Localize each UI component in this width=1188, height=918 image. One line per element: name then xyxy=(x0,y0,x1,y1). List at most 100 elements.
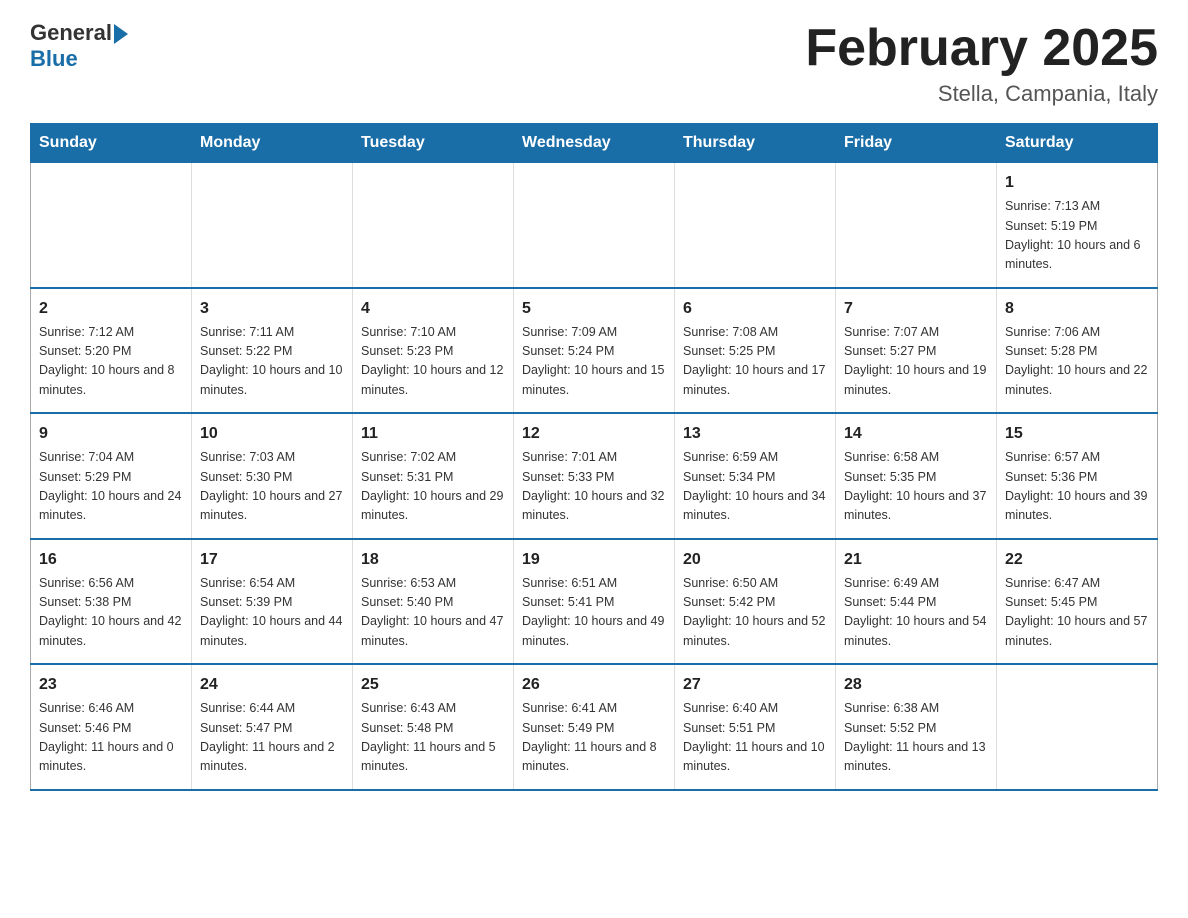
day-number: 15 xyxy=(1005,422,1149,446)
calendar-cell xyxy=(836,163,997,288)
day-number: 3 xyxy=(200,297,344,321)
calendar-cell: 14Sunrise: 6:58 AMSunset: 5:35 PMDayligh… xyxy=(836,413,997,539)
day-number: 6 xyxy=(683,297,827,321)
day-info: Sunrise: 7:02 AMSunset: 5:31 PMDaylight:… xyxy=(361,448,505,526)
day-number: 23 xyxy=(39,673,183,697)
calendar-cell: 3Sunrise: 7:11 AMSunset: 5:22 PMDaylight… xyxy=(192,288,353,414)
calendar-cell: 5Sunrise: 7:09 AMSunset: 5:24 PMDaylight… xyxy=(514,288,675,414)
day-info: Sunrise: 6:56 AMSunset: 5:38 PMDaylight:… xyxy=(39,574,183,652)
calendar-cell xyxy=(192,163,353,288)
day-number: 5 xyxy=(522,297,666,321)
logo: General Blue xyxy=(30,20,128,72)
day-number: 19 xyxy=(522,548,666,572)
day-info: Sunrise: 6:43 AMSunset: 5:48 PMDaylight:… xyxy=(361,699,505,777)
day-info: Sunrise: 6:38 AMSunset: 5:52 PMDaylight:… xyxy=(844,699,988,777)
weekday-header-friday: Friday xyxy=(836,124,997,163)
day-info: Sunrise: 7:04 AMSunset: 5:29 PMDaylight:… xyxy=(39,448,183,526)
calendar-cell: 19Sunrise: 6:51 AMSunset: 5:41 PMDayligh… xyxy=(514,539,675,665)
calendar-cell: 23Sunrise: 6:46 AMSunset: 5:46 PMDayligh… xyxy=(31,664,192,790)
day-number: 17 xyxy=(200,548,344,572)
day-number: 24 xyxy=(200,673,344,697)
day-number: 22 xyxy=(1005,548,1149,572)
day-info: Sunrise: 6:59 AMSunset: 5:34 PMDaylight:… xyxy=(683,448,827,526)
day-number: 10 xyxy=(200,422,344,446)
weekday-header-tuesday: Tuesday xyxy=(353,124,514,163)
calendar-table: SundayMondayTuesdayWednesdayThursdayFrid… xyxy=(30,123,1158,791)
calendar-cell xyxy=(31,163,192,288)
day-number: 7 xyxy=(844,297,988,321)
calendar-cell: 28Sunrise: 6:38 AMSunset: 5:52 PMDayligh… xyxy=(836,664,997,790)
calendar-cell: 10Sunrise: 7:03 AMSunset: 5:30 PMDayligh… xyxy=(192,413,353,539)
day-info: Sunrise: 7:01 AMSunset: 5:33 PMDaylight:… xyxy=(522,448,666,526)
day-number: 14 xyxy=(844,422,988,446)
day-info: Sunrise: 6:44 AMSunset: 5:47 PMDaylight:… xyxy=(200,699,344,777)
calendar-cell: 21Sunrise: 6:49 AMSunset: 5:44 PMDayligh… xyxy=(836,539,997,665)
day-number: 2 xyxy=(39,297,183,321)
day-info: Sunrise: 7:11 AMSunset: 5:22 PMDaylight:… xyxy=(200,323,344,401)
calendar-cell: 9Sunrise: 7:04 AMSunset: 5:29 PMDaylight… xyxy=(31,413,192,539)
weekday-header-saturday: Saturday xyxy=(997,124,1158,163)
location-title: Stella, Campania, Italy xyxy=(805,81,1158,107)
day-number: 8 xyxy=(1005,297,1149,321)
calendar-cell: 1Sunrise: 7:13 AMSunset: 5:19 PMDaylight… xyxy=(997,163,1158,288)
logo-arrow-icon xyxy=(114,24,128,44)
calendar-cell: 12Sunrise: 7:01 AMSunset: 5:33 PMDayligh… xyxy=(514,413,675,539)
calendar-cell: 25Sunrise: 6:43 AMSunset: 5:48 PMDayligh… xyxy=(353,664,514,790)
calendar-cell xyxy=(514,163,675,288)
title-section: February 2025 Stella, Campania, Italy xyxy=(805,20,1158,107)
day-number: 9 xyxy=(39,422,183,446)
day-number: 13 xyxy=(683,422,827,446)
day-info: Sunrise: 6:40 AMSunset: 5:51 PMDaylight:… xyxy=(683,699,827,777)
day-number: 28 xyxy=(844,673,988,697)
weekday-header-row: SundayMondayTuesdayWednesdayThursdayFrid… xyxy=(31,124,1158,163)
day-info: Sunrise: 6:57 AMSunset: 5:36 PMDaylight:… xyxy=(1005,448,1149,526)
calendar-week-3: 9Sunrise: 7:04 AMSunset: 5:29 PMDaylight… xyxy=(31,413,1158,539)
day-info: Sunrise: 7:06 AMSunset: 5:28 PMDaylight:… xyxy=(1005,323,1149,401)
calendar-cell xyxy=(353,163,514,288)
day-info: Sunrise: 6:54 AMSunset: 5:39 PMDaylight:… xyxy=(200,574,344,652)
day-info: Sunrise: 6:50 AMSunset: 5:42 PMDaylight:… xyxy=(683,574,827,652)
day-info: Sunrise: 6:49 AMSunset: 5:44 PMDaylight:… xyxy=(844,574,988,652)
month-title: February 2025 xyxy=(805,20,1158,77)
calendar-cell: 24Sunrise: 6:44 AMSunset: 5:47 PMDayligh… xyxy=(192,664,353,790)
day-info: Sunrise: 6:58 AMSunset: 5:35 PMDaylight:… xyxy=(844,448,988,526)
day-number: 16 xyxy=(39,548,183,572)
calendar-cell xyxy=(675,163,836,288)
logo-general-text: General xyxy=(30,20,112,46)
calendar-week-1: 1Sunrise: 7:13 AMSunset: 5:19 PMDaylight… xyxy=(31,163,1158,288)
calendar-week-5: 23Sunrise: 6:46 AMSunset: 5:46 PMDayligh… xyxy=(31,664,1158,790)
page-header: General Blue February 2025 Stella, Campa… xyxy=(30,20,1158,107)
calendar-cell: 11Sunrise: 7:02 AMSunset: 5:31 PMDayligh… xyxy=(353,413,514,539)
day-number: 21 xyxy=(844,548,988,572)
calendar-cell: 22Sunrise: 6:47 AMSunset: 5:45 PMDayligh… xyxy=(997,539,1158,665)
calendar-cell: 6Sunrise: 7:08 AMSunset: 5:25 PMDaylight… xyxy=(675,288,836,414)
weekday-header-sunday: Sunday xyxy=(31,124,192,163)
day-info: Sunrise: 7:07 AMSunset: 5:27 PMDaylight:… xyxy=(844,323,988,401)
weekday-header-monday: Monday xyxy=(192,124,353,163)
calendar-cell: 18Sunrise: 6:53 AMSunset: 5:40 PMDayligh… xyxy=(353,539,514,665)
day-info: Sunrise: 7:03 AMSunset: 5:30 PMDaylight:… xyxy=(200,448,344,526)
day-number: 12 xyxy=(522,422,666,446)
day-info: Sunrise: 7:13 AMSunset: 5:19 PMDaylight:… xyxy=(1005,197,1149,275)
day-number: 18 xyxy=(361,548,505,572)
calendar-cell: 13Sunrise: 6:59 AMSunset: 5:34 PMDayligh… xyxy=(675,413,836,539)
calendar-week-4: 16Sunrise: 6:56 AMSunset: 5:38 PMDayligh… xyxy=(31,539,1158,665)
calendar-cell: 7Sunrise: 7:07 AMSunset: 5:27 PMDaylight… xyxy=(836,288,997,414)
day-info: Sunrise: 6:53 AMSunset: 5:40 PMDaylight:… xyxy=(361,574,505,652)
day-info: Sunrise: 6:46 AMSunset: 5:46 PMDaylight:… xyxy=(39,699,183,777)
day-info: Sunrise: 6:47 AMSunset: 5:45 PMDaylight:… xyxy=(1005,574,1149,652)
calendar-cell: 20Sunrise: 6:50 AMSunset: 5:42 PMDayligh… xyxy=(675,539,836,665)
calendar-cell xyxy=(997,664,1158,790)
calendar-cell: 4Sunrise: 7:10 AMSunset: 5:23 PMDaylight… xyxy=(353,288,514,414)
calendar-cell: 16Sunrise: 6:56 AMSunset: 5:38 PMDayligh… xyxy=(31,539,192,665)
calendar-cell: 17Sunrise: 6:54 AMSunset: 5:39 PMDayligh… xyxy=(192,539,353,665)
day-info: Sunrise: 7:09 AMSunset: 5:24 PMDaylight:… xyxy=(522,323,666,401)
day-info: Sunrise: 7:08 AMSunset: 5:25 PMDaylight:… xyxy=(683,323,827,401)
logo-blue-text: Blue xyxy=(30,46,78,72)
calendar-cell: 27Sunrise: 6:40 AMSunset: 5:51 PMDayligh… xyxy=(675,664,836,790)
day-info: Sunrise: 6:41 AMSunset: 5:49 PMDaylight:… xyxy=(522,699,666,777)
day-number: 25 xyxy=(361,673,505,697)
day-number: 11 xyxy=(361,422,505,446)
day-info: Sunrise: 7:10 AMSunset: 5:23 PMDaylight:… xyxy=(361,323,505,401)
day-info: Sunrise: 6:51 AMSunset: 5:41 PMDaylight:… xyxy=(522,574,666,652)
